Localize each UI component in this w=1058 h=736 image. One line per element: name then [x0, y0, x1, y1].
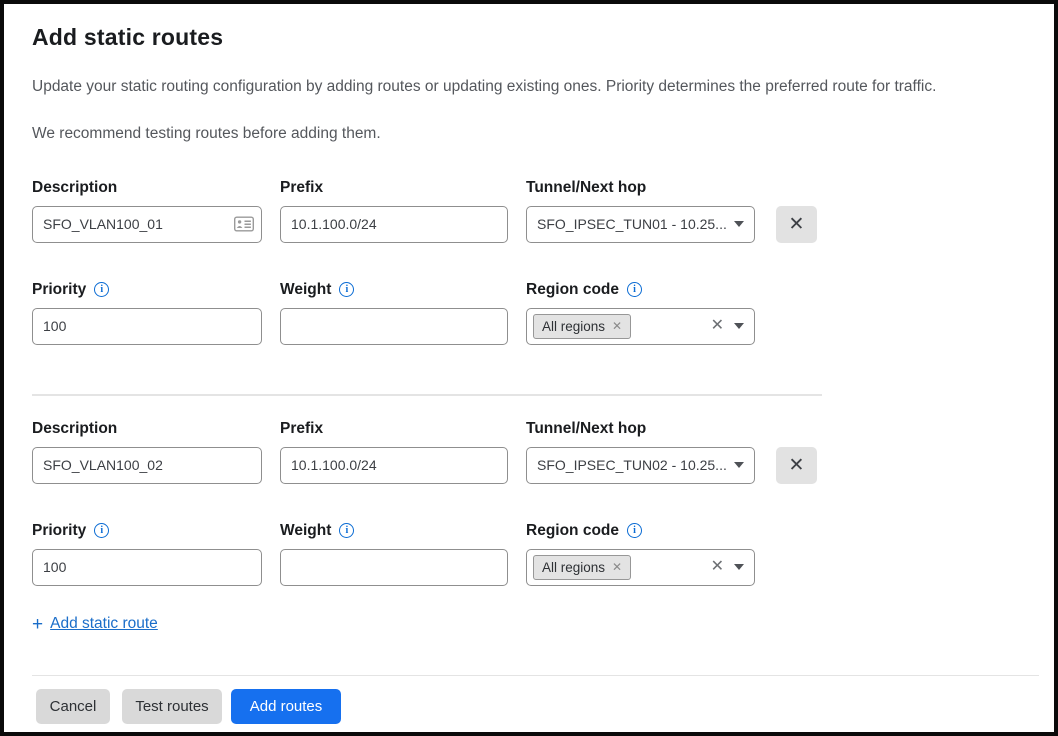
- region-code-label: Region code: [526, 281, 619, 299]
- region-chip: All regions ✕: [533, 314, 631, 339]
- chip-remove-icon[interactable]: ✕: [612, 561, 622, 573]
- prefix-label: Prefix: [280, 179, 508, 197]
- region-code-select[interactable]: All regions ✕ ✕: [526, 549, 755, 586]
- tunnel-select[interactable]: SFO_IPSEC_TUN02 - 10.25...: [526, 447, 755, 484]
- page-description: Update your static routing configuration…: [32, 77, 1026, 98]
- close-icon: ✕: [789, 215, 805, 234]
- chevron-down-icon: [734, 323, 744, 329]
- tunnel-selected-value: SFO_IPSEC_TUN02 - 10.25...: [537, 457, 726, 473]
- route-entry-1: Description Prefix Tunnel/Next hop: [32, 179, 1026, 345]
- region-chip-label: All regions: [542, 560, 605, 575]
- priority-label: Priority: [32, 522, 86, 540]
- close-icon: ✕: [789, 456, 805, 475]
- route-entry-2: Description Prefix Tunnel/Next hop SFO_I…: [32, 420, 1026, 586]
- chevron-down-icon: [734, 221, 744, 227]
- region-chip-label: All regions: [542, 319, 605, 334]
- region-code-label: Region code: [526, 522, 619, 540]
- weight-label: Weight: [280, 281, 331, 299]
- page-title: Add static routes: [32, 24, 1026, 51]
- test-routes-button[interactable]: Test routes: [122, 689, 222, 724]
- page-note: We recommend testing routes before addin…: [32, 125, 1026, 143]
- description-input[interactable]: [32, 206, 262, 243]
- add-static-route-link[interactable]: Add static route: [50, 615, 158, 633]
- description-label: Description: [32, 179, 262, 197]
- autofill-contact-icon: [234, 217, 254, 232]
- weight-label: Weight: [280, 522, 331, 540]
- tunnel-label: Tunnel/Next hop: [526, 420, 755, 438]
- clear-selection-icon[interactable]: ✕: [709, 318, 726, 334]
- tunnel-selected-value: SFO_IPSEC_TUN01 - 10.25...: [537, 216, 726, 232]
- add-static-routes-dialog: Add static routes Update your static rou…: [0, 0, 1058, 736]
- weight-input[interactable]: [280, 308, 508, 345]
- remove-route-button[interactable]: ✕: [776, 206, 817, 243]
- prefix-input[interactable]: [280, 206, 508, 243]
- info-icon[interactable]: i: [627, 282, 642, 297]
- prefix-label: Prefix: [280, 420, 508, 438]
- info-icon[interactable]: i: [94, 523, 109, 538]
- weight-input[interactable]: [280, 549, 508, 586]
- priority-label: Priority: [32, 281, 86, 299]
- tunnel-label: Tunnel/Next hop: [526, 179, 755, 197]
- description-label: Description: [32, 420, 262, 438]
- info-icon[interactable]: i: [94, 282, 109, 297]
- add-routes-button[interactable]: Add routes: [231, 689, 341, 724]
- info-icon[interactable]: i: [627, 523, 642, 538]
- description-input[interactable]: [32, 447, 262, 484]
- plus-icon: +: [32, 615, 43, 634]
- chevron-down-icon: [734, 564, 744, 570]
- prefix-input[interactable]: [280, 447, 508, 484]
- footer-divider: [32, 675, 1039, 676]
- section-divider: [32, 394, 822, 396]
- clear-selection-icon[interactable]: ✕: [709, 559, 726, 575]
- info-icon[interactable]: i: [339, 282, 354, 297]
- info-icon[interactable]: i: [339, 523, 354, 538]
- region-chip: All regions ✕: [533, 555, 631, 580]
- footer-actions: Cancel Test routes Add routes: [36, 689, 1026, 724]
- tunnel-select[interactable]: SFO_IPSEC_TUN01 - 10.25...: [526, 206, 755, 243]
- remove-route-button[interactable]: ✕: [776, 447, 817, 484]
- chip-remove-icon[interactable]: ✕: [612, 320, 622, 332]
- region-code-select[interactable]: All regions ✕ ✕: [526, 308, 755, 345]
- cancel-button[interactable]: Cancel: [36, 689, 110, 724]
- add-static-route-row: + Add static route: [32, 615, 1026, 634]
- priority-input[interactable]: [32, 549, 262, 586]
- chevron-down-icon: [734, 462, 744, 468]
- priority-input[interactable]: [32, 308, 262, 345]
